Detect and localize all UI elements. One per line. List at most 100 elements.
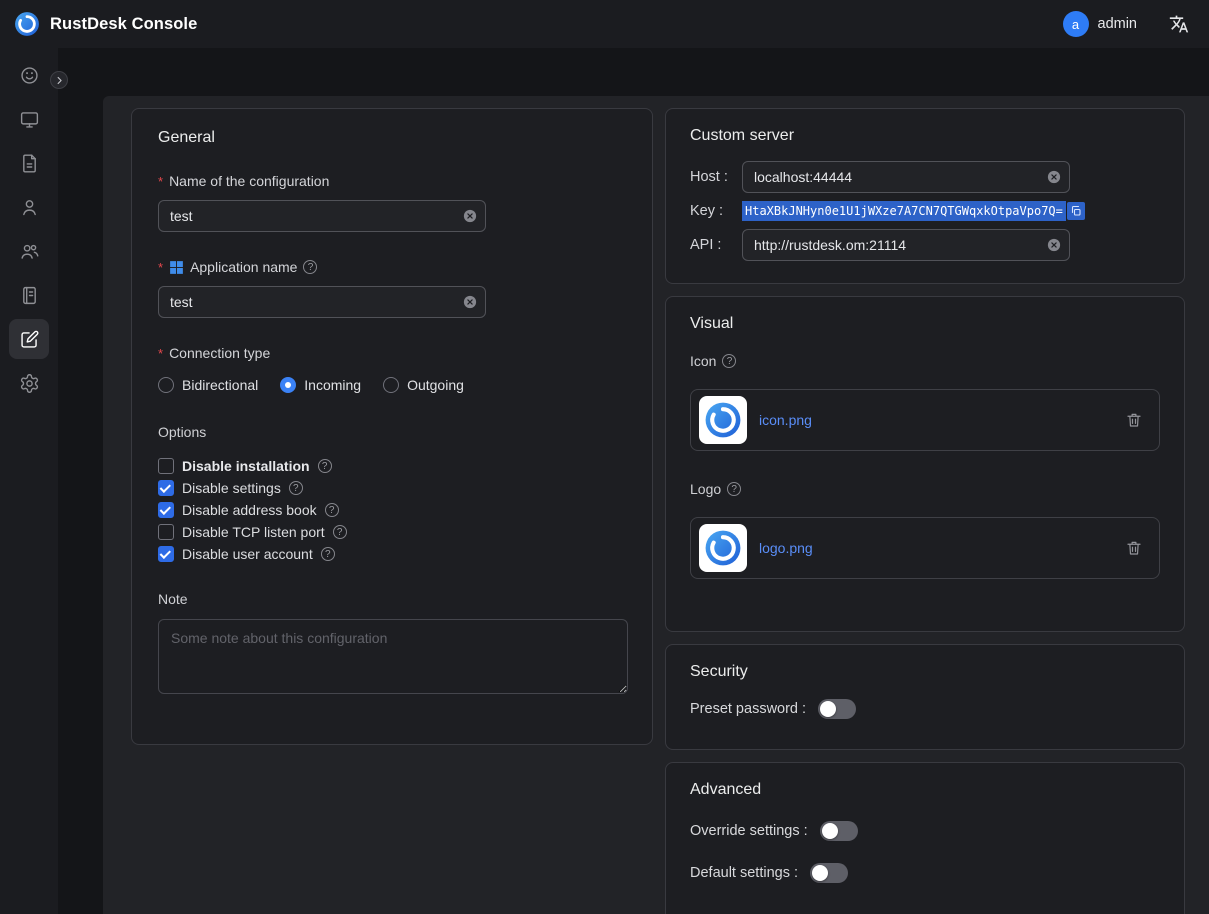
radio-incoming[interactable]: Incoming	[280, 377, 361, 393]
monitor-icon	[19, 109, 40, 130]
note-textarea[interactable]	[158, 619, 628, 694]
required-asterisk	[158, 259, 163, 275]
default-settings-toggle[interactable]	[810, 863, 848, 883]
clear-input-icon[interactable]	[463, 295, 477, 309]
checkbox-disable-address-book[interactable]: Disable address book	[158, 499, 626, 521]
checkbox-box	[158, 502, 174, 518]
help-icon[interactable]	[321, 547, 335, 561]
application-name-label: Application name	[158, 259, 626, 275]
security-card: Security Preset password :	[665, 644, 1185, 750]
key-label: Key :	[690, 203, 742, 219]
right-column: Custom server Host : Key : HtaXBkJNHyn0e…	[665, 108, 1185, 914]
user-icon	[19, 197, 40, 218]
edit-square-icon	[19, 329, 40, 350]
default-settings-label: Default settings :	[690, 865, 798, 881]
security-title: Security	[690, 663, 1160, 681]
general-card-title: General	[158, 129, 626, 147]
application-name-input[interactable]	[158, 286, 486, 318]
help-icon[interactable]	[333, 525, 347, 539]
sidebar-item-audit[interactable]	[9, 275, 49, 315]
options-checkbox-group: Disable installation Disable settings Di…	[158, 455, 626, 565]
radio-dot	[280, 377, 296, 393]
user-avatar[interactable]: a	[1063, 11, 1089, 37]
required-asterisk	[158, 345, 163, 361]
config-name-label: Name of the configuration	[158, 173, 626, 189]
override-settings-label: Override settings :	[690, 823, 808, 839]
radio-outgoing[interactable]: Outgoing	[383, 377, 464, 393]
api-label: API :	[690, 237, 742, 253]
general-card: General Name of the configuration Applic…	[131, 108, 653, 745]
api-input[interactable]	[742, 229, 1070, 261]
smiley-icon	[19, 65, 40, 86]
checkbox-box	[158, 546, 174, 562]
checkbox-disable-installation[interactable]: Disable installation	[158, 455, 626, 477]
key-field[interactable]: HtaXBkJNHyn0e1U1jWXze7A7CN7QTGWqxkOtpaVp…	[742, 199, 1086, 223]
note-label: Note	[158, 591, 626, 607]
main-panel: General Name of the configuration Applic…	[103, 96, 1209, 914]
clear-input-icon[interactable]	[1047, 170, 1061, 184]
advanced-card: Advanced Override settings : Default set…	[665, 762, 1185, 914]
help-icon[interactable]	[722, 354, 736, 368]
sidebar-item-license[interactable]	[9, 143, 49, 183]
custom-server-title: Custom server	[690, 127, 1160, 145]
sidebar-item-users[interactable]	[9, 187, 49, 227]
override-settings-toggle[interactable]	[820, 821, 858, 841]
options-label: Options	[158, 424, 626, 440]
checkbox-disable-tcp-listen-port[interactable]: Disable TCP listen port	[158, 521, 626, 543]
icon-upload-box: icon.png	[690, 389, 1160, 451]
clear-input-icon[interactable]	[1047, 238, 1061, 252]
radio-dot	[158, 377, 174, 393]
help-icon[interactable]	[727, 482, 741, 496]
delete-icon[interactable]	[1125, 539, 1143, 557]
icon-file-link[interactable]: icon.png	[759, 412, 812, 428]
required-asterisk	[158, 173, 163, 189]
visual-card: Visual Icon icon.png Logo	[665, 296, 1185, 632]
clear-input-icon[interactable]	[463, 209, 477, 223]
sidebar-collapse-button[interactable]	[50, 71, 68, 89]
settings-gear-icon	[19, 373, 40, 394]
host-input[interactable]	[742, 161, 1070, 193]
username[interactable]: admin	[1098, 16, 1138, 32]
sidebar-item-dashboard[interactable]	[9, 55, 49, 95]
checkbox-disable-user-account[interactable]: Disable user account	[158, 543, 626, 565]
sidebar-item-settings[interactable]	[9, 363, 49, 403]
audit-log-icon	[19, 285, 40, 306]
logo-label: Logo	[690, 481, 1160, 497]
rustdesk-logo-icon	[14, 11, 40, 37]
config-name-input[interactable]	[158, 200, 486, 232]
app-header: RustDesk Console a admin	[0, 0, 1209, 48]
chevron-right-icon	[54, 75, 65, 86]
checkbox-box	[158, 480, 174, 496]
advanced-title: Advanced	[690, 781, 1160, 799]
help-icon[interactable]	[318, 459, 332, 473]
logo-upload-box: logo.png	[690, 517, 1160, 579]
help-icon[interactable]	[325, 503, 339, 517]
logo-preview	[699, 524, 747, 572]
delete-icon[interactable]	[1125, 411, 1143, 429]
icon-preview	[699, 396, 747, 444]
checkbox-disable-settings[interactable]: Disable settings	[158, 477, 626, 499]
checkbox-box	[158, 524, 174, 540]
connection-type-radio-group: Bidirectional Incoming Outgoing	[158, 377, 626, 393]
translate-language-icon[interactable]	[1169, 14, 1189, 34]
preset-password-toggle[interactable]	[818, 699, 856, 719]
sidebar-item-groups[interactable]	[9, 231, 49, 271]
groups-icon	[19, 241, 40, 262]
sidebar-item-custom-client[interactable]	[9, 319, 49, 359]
windows-logo-icon	[169, 260, 184, 275]
file-text-icon	[19, 153, 40, 174]
visual-title: Visual	[690, 315, 1160, 333]
app-title: RustDesk Console	[50, 15, 197, 34]
sidebar-item-devices[interactable]	[9, 99, 49, 139]
logo-file-link[interactable]: logo.png	[759, 540, 813, 556]
checkbox-box	[158, 458, 174, 474]
header-actions: a admin	[1063, 11, 1190, 37]
radio-dot	[383, 377, 399, 393]
sidebar	[0, 48, 58, 914]
help-icon[interactable]	[303, 260, 317, 274]
copy-icon[interactable]	[1067, 202, 1085, 220]
help-icon[interactable]	[289, 481, 303, 495]
radio-bidirectional[interactable]: Bidirectional	[158, 377, 258, 393]
icon-label: Icon	[690, 353, 1160, 369]
preset-password-label: Preset password :	[690, 701, 806, 717]
